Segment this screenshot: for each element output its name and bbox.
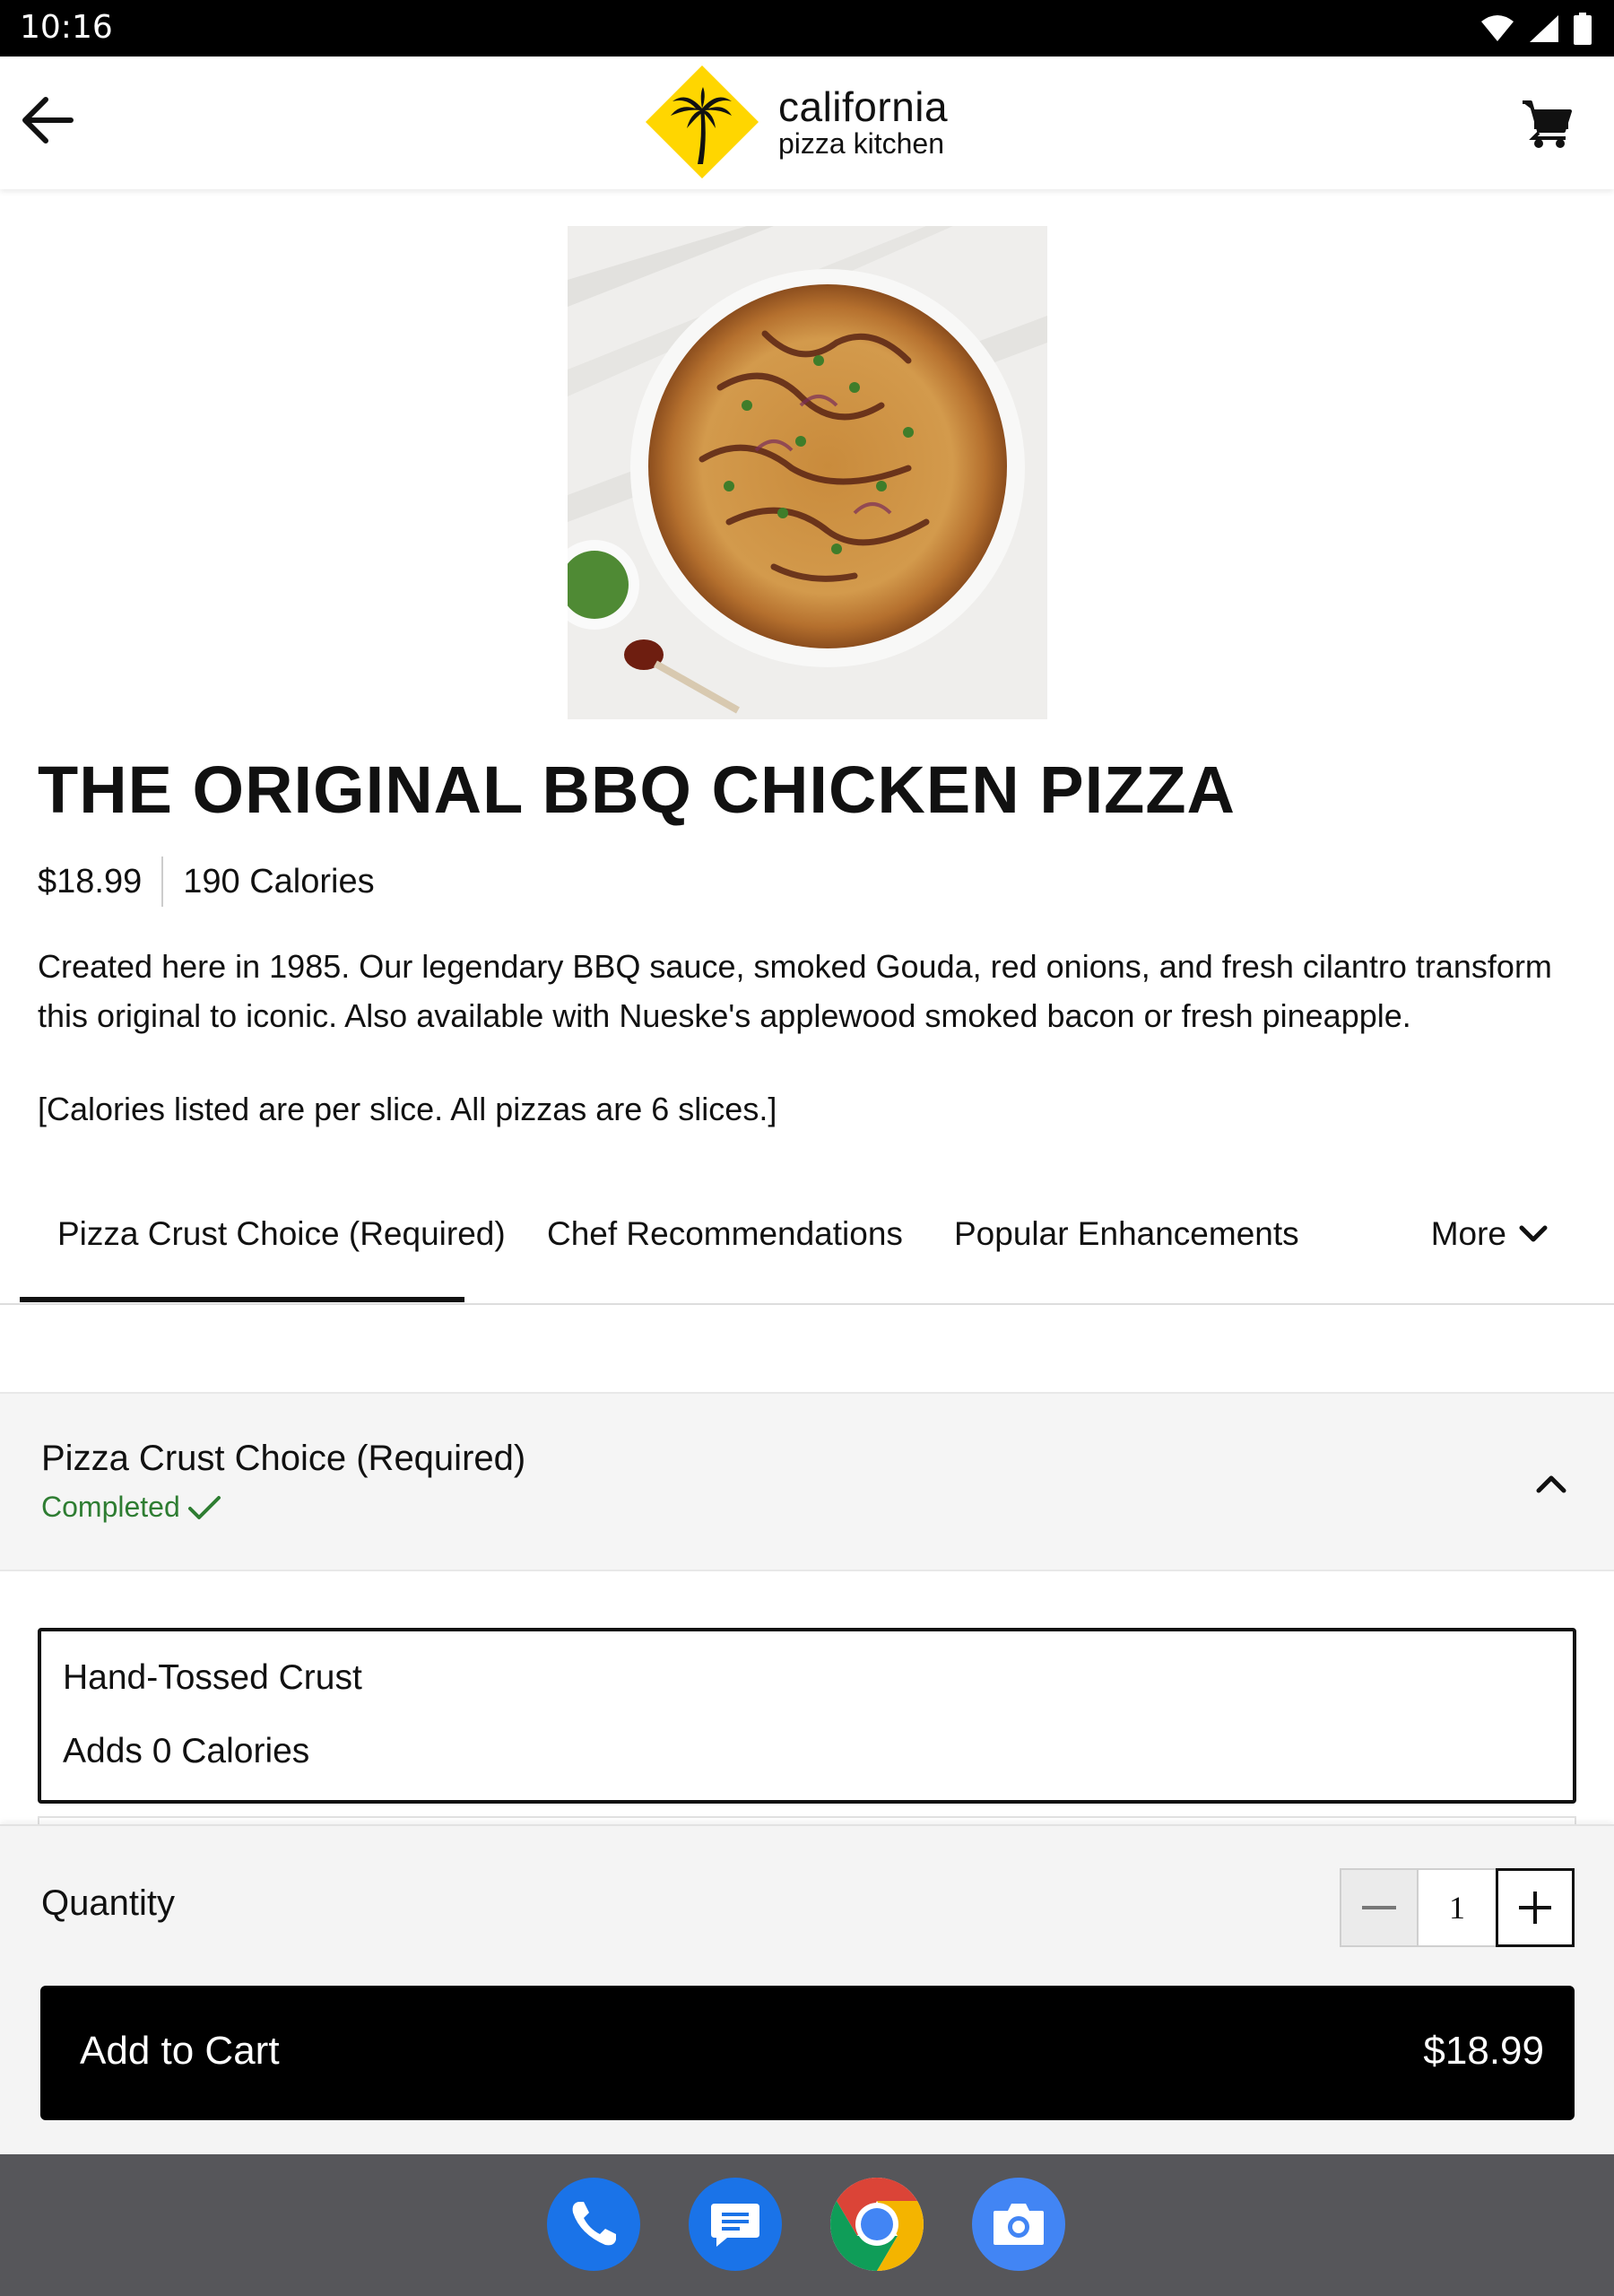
wifi-icon [1481,15,1514,41]
app-dock [0,2154,1614,2296]
status-bar: 10:16 [0,0,1614,57]
chevron-down-icon [1519,1225,1548,1242]
pizza-photo [568,226,1047,719]
crust-section-header[interactable]: Pizza Crust Choice (Required) Completed [0,1392,1614,1571]
add-to-cart-label: Add to Cart [80,2029,280,2073]
app-header: california pizza kitchen [0,57,1614,189]
status-time: 10:16 [20,9,113,46]
status-icons [1480,11,1592,47]
section-status-text: Completed [41,1491,180,1523]
meta-divider [161,857,164,907]
camera-icon [994,2204,1044,2245]
palm-tree-logo-icon [646,65,759,178]
checkmark-icon [187,1495,221,1519]
product-title: THE ORIGINAL BBQ CHICKEN PIZZA [38,752,1236,827]
tab-popular-enhancements[interactable]: Popular Enhancements [954,1215,1299,1253]
brand-logo[interactable]: california pizza kitchen [644,64,948,180]
active-tab-indicator [20,1297,464,1302]
messages-app[interactable] [689,2178,782,2271]
product-price: $18.99 [38,862,143,900]
product-image [568,226,1047,719]
battery-icon [1574,13,1592,45]
arrow-left-icon [22,97,74,144]
quantity-stepper: 1 [1340,1868,1575,1947]
logo-text-line1: california [778,83,949,130]
quantity-label: Quantity [41,1883,175,1923]
section-status: Completed [41,1491,221,1524]
calorie-note: [Calories listed are per slice. All pizz… [38,1091,777,1127]
order-bottom-sheet: Quantity 1 Add to Cart $18.99 [0,1824,1614,2154]
plus-icon [1519,1892,1551,1924]
tab-pizza-crust-choice[interactable]: Pizza Crust Choice (Required) [57,1215,506,1253]
product-description: Created here in 1985. Our legendary BBQ … [38,948,1552,1034]
decrease-quantity-button[interactable] [1340,1868,1419,1947]
add-to-cart-button[interactable]: Add to Cart $18.99 [40,1986,1575,2120]
section-title: Pizza Crust Choice (Required) [41,1439,526,1478]
increase-quantity-button[interactable] [1496,1868,1575,1947]
back-button[interactable] [16,89,79,152]
chrome-app[interactable] [830,2178,924,2271]
add-to-cart-price: $18.99 [1423,2029,1544,2073]
product-calories: 190 Calories [183,862,375,900]
minus-icon [1362,1906,1396,1909]
customization-tabs: Pizza Crust Choice (Required) Chef Recom… [0,1188,1614,1305]
more-label: More [1430,1215,1506,1252]
messages-icon [711,2204,759,2247]
signal-icon [1530,15,1558,42]
chevron-up-icon [1536,1475,1566,1493]
chrome-icon [830,2178,924,2271]
option-calories: Adds 0 Calories [63,1732,310,1770]
option-name: Hand-Tossed Crust [63,1658,362,1697]
crust-option-card[interactable]: Hand-Tossed Crust Adds 0 Calories [38,1628,1576,1804]
logo-text-line2: pizza kitchen [778,127,944,160]
more-tabs-button[interactable]: More [1431,1215,1548,1253]
collapse-section-button[interactable] [1524,1457,1578,1510]
tab-chef-recommendations[interactable]: Chef Recommendations [547,1215,903,1253]
quantity-value[interactable]: 1 [1419,1868,1496,1947]
cart-button[interactable] [1515,92,1578,155]
product-meta: $18.99 190 Calories [38,857,375,907]
camera-app[interactable] [972,2178,1065,2271]
phone-icon [572,2202,616,2246]
phone-app[interactable] [547,2178,640,2271]
shopping-cart-icon [1523,100,1572,148]
